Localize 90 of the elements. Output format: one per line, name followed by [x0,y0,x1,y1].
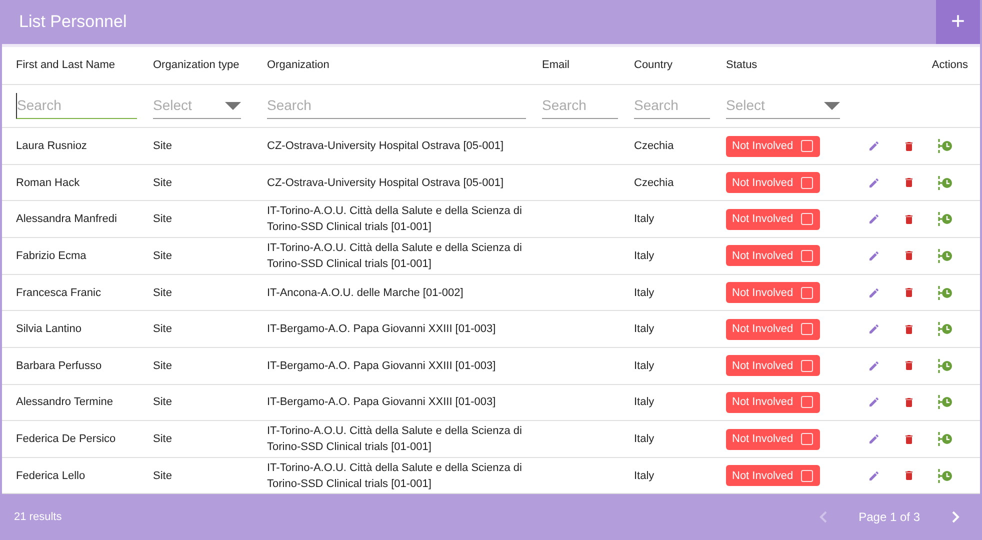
page-indicator: Page 1 of 3 [858,510,920,524]
country-cell-text: Czechia [634,139,675,154]
status-badge[interactable]: Not Involved [726,355,820,376]
status-badge[interactable]: Not Involved [726,428,820,450]
history-icon[interactable] [937,284,953,300]
column-header: Organization [267,58,330,74]
type-cell-text: Site [153,395,173,410]
history-icon[interactable] [937,358,953,374]
organization-cell-text: IT-Ancona-A.O.U. delle Marche [01-002] [267,286,464,300]
country-cell-text: Italy [634,286,656,300]
status-checkbox[interactable] [801,176,814,189]
search-field[interactable]: Search [267,92,526,119]
organization-cell-text: IT-Torino-A.O.U. Città della Salute e della Scienza di Torino-SSD Clinical trials [01-001] [267,240,523,272]
status-checkbox[interactable] [801,323,814,336]
status-checkbox[interactable] [801,396,814,408]
chevron-left-icon [818,511,827,524]
status-badge[interactable]: Not Involved [726,208,820,230]
status-badge[interactable]: Not Involved [726,392,820,413]
type-cell-text: Site [153,286,173,300]
status-badge[interactable]: Not Involved [726,136,820,156]
country-cell-text: Italy [634,322,656,338]
column-header: First and Last Name [16,58,116,74]
select-field[interactable]: Select [153,92,241,119]
history-icon[interactable] [937,321,953,338]
status-badge[interactable]: Not Involved [726,172,820,194]
status-checkbox[interactable] [801,360,814,372]
country-cell-text: Italy [634,212,656,228]
history-icon[interactable] [937,211,953,228]
organization-cell-text: IT-Bergamo-A.O. Papa Giovanni XXIII [01-003] [267,395,497,410]
status-badge[interactable]: Not Involved [726,245,820,266]
name-cell-text: Laura Rusnioz [16,139,88,154]
name-cell-text: Federica Lello [16,468,86,484]
organization-cell-text: CZ-Ostrava-University Hospital Ostrava [05-001] [267,139,505,154]
type-cell-text: Site [153,358,173,374]
organization-cell-text: IT-Torino-A.O.U. Città della Salute e della Scienza di Torino-SSD Clinical trials [01-001] [267,424,523,455]
organization-cell-text: IT-Torino-A.O.U. Città della Salute e della Scienza di Torino-SSD Clinical trials [01-001] [267,204,523,236]
organization-cell-text: IT-Bergamo-A.O. Papa Giovanni XXIII [01-003] [267,358,497,374]
caret-icon [225,102,241,110]
organization-cell-text: IT-Torino-A.O.U. Città della Salute e della Scienza di Torino-SSD Clinical trials [01-001] [267,460,523,492]
status-badge[interactable]: Not Involved [726,318,820,340]
caret-icon [824,102,840,110]
chevron-right-icon [952,511,960,524]
status-badge[interactable]: Not Involved [726,282,820,303]
country-cell-text: Italy [634,432,656,447]
type-cell-text: Site [153,176,173,191]
search-field[interactable]: Search [634,92,710,119]
country-cell-text: Czechia [634,176,675,191]
page-title: List Personnel [18,12,127,32]
name-cell-text: Silvia Lantino [16,322,82,338]
history-icon[interactable] [937,394,953,410]
name-cell-text: Alessandro Termine [16,395,114,410]
status-checkbox[interactable] [801,140,814,152]
history-icon[interactable] [937,138,953,154]
results-count: 21 results [14,511,63,524]
search-field[interactable]: Search [542,92,618,119]
column-header: Email [542,58,571,74]
country-cell-text: Italy [634,468,656,484]
status-checkbox[interactable] [801,470,814,482]
status-checkbox[interactable] [801,433,814,445]
country-cell-text: Italy [634,358,656,374]
type-cell-text: Site [153,139,173,154]
type-cell-text: Site [153,468,173,484]
add-button[interactable]: + [936,0,980,44]
history-icon[interactable] [937,248,953,264]
organization-cell-text: CZ-Ostrava-University Hospital Ostrava [05-001] [267,176,505,191]
country-cell-text: Italy [634,248,656,264]
column-header: Status [726,58,758,74]
history-icon[interactable] [937,431,953,447]
name-cell-text: Roman Hack [16,176,81,191]
name-cell-text: Federica De Persico [16,432,117,447]
column-header: Actions [932,58,969,74]
name-cell-text: Francesca Franic [16,286,102,300]
history-icon[interactable] [937,174,953,191]
name-cell-text: Alessandra Manfredi [16,212,118,228]
column-header: Country [634,58,674,74]
organization-cell-text: IT-Bergamo-A.O. Papa Giovanni XXIII [01-003] [267,322,497,338]
status-checkbox[interactable] [801,213,814,226]
status-checkbox[interactable] [801,250,814,262]
status-checkbox[interactable] [801,286,814,298]
type-cell-text: Site [153,432,173,447]
type-cell-text: Site [153,322,173,338]
search-field[interactable]: Search [16,92,137,119]
column-header: Organization type [153,58,240,74]
type-cell-text: Site [153,248,173,264]
country-cell-text: Italy [634,395,656,410]
name-cell-text: Barbara Perfusso [16,358,103,374]
status-badge[interactable]: Not Involved [726,465,820,486]
type-cell-text: Site [153,212,173,228]
history-icon[interactable] [937,468,953,484]
name-cell-text: Fabrizio Ecma [16,248,88,264]
